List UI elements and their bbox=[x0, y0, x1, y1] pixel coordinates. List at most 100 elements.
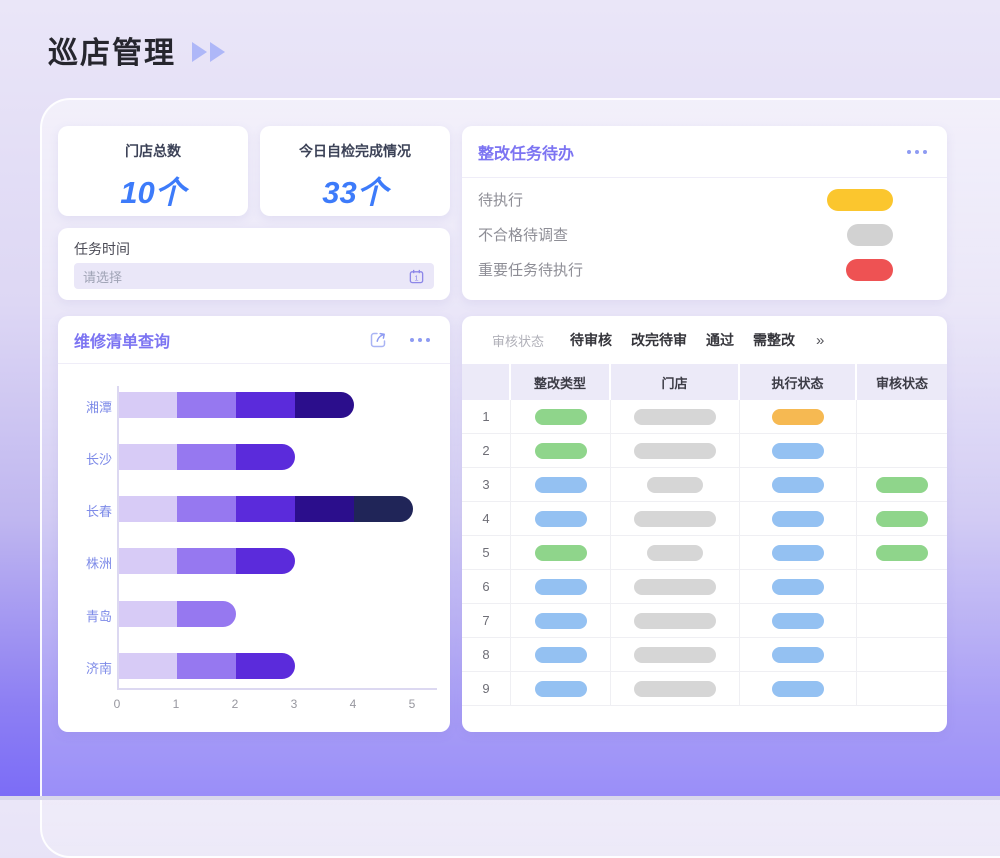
chart-bar-青岛 bbox=[118, 601, 236, 627]
rectify-type-cell bbox=[511, 502, 611, 536]
status-pill bbox=[876, 545, 928, 561]
exec-status-cell bbox=[740, 468, 857, 502]
exec-status-cell bbox=[740, 604, 857, 638]
status-pill bbox=[647, 545, 703, 561]
page-title: 巡店管理 bbox=[48, 28, 176, 72]
review-status-cell bbox=[857, 502, 947, 536]
bar-segment bbox=[236, 496, 295, 522]
row-number: 3 bbox=[482, 477, 489, 492]
stat-label: 门店总数 bbox=[58, 141, 248, 161]
bar-segment bbox=[118, 601, 177, 627]
todo-status-pill bbox=[827, 189, 893, 211]
status-pill bbox=[772, 681, 824, 697]
x-axis-line bbox=[117, 688, 437, 690]
share-icon[interactable] bbox=[368, 330, 388, 350]
review-status-cell bbox=[857, 468, 947, 502]
row-number: 4 bbox=[482, 511, 489, 526]
status-pill bbox=[634, 443, 716, 459]
todo-item[interactable]: 待执行 bbox=[462, 182, 947, 217]
rectify-type-cell bbox=[511, 536, 611, 570]
stat-value: 33个 bbox=[260, 167, 450, 212]
status-pill bbox=[876, 511, 928, 527]
chart-category-label: 长沙 bbox=[74, 449, 112, 468]
status-pill bbox=[535, 443, 587, 459]
row-number: 6 bbox=[482, 579, 489, 594]
calendar-icon[interactable]: 1 bbox=[408, 268, 425, 285]
todo-item[interactable]: 重要任务待执行 bbox=[462, 252, 947, 287]
store-cell bbox=[611, 570, 740, 604]
status-pill bbox=[535, 477, 587, 493]
bottom-strip bbox=[0, 796, 1000, 800]
todo-item-label: 待执行 bbox=[478, 189, 523, 210]
status-pill bbox=[634, 511, 716, 527]
tab-2[interactable]: 改完待审 bbox=[631, 330, 687, 350]
status-pill bbox=[647, 477, 703, 493]
y-axis-line bbox=[117, 386, 119, 688]
exec-status-cell bbox=[740, 502, 857, 536]
column-header: 执行状态 bbox=[740, 364, 857, 400]
tab-1[interactable]: 待审核 bbox=[570, 330, 612, 350]
stat-card-self-check: 今日自检完成情况 33个 bbox=[260, 126, 450, 216]
rectify-type-cell bbox=[511, 468, 611, 502]
bar-segment bbox=[118, 496, 177, 522]
ellipsis-icon[interactable] bbox=[907, 146, 927, 158]
status-pill bbox=[634, 681, 716, 697]
stat-label: 今日自检完成情况 bbox=[260, 141, 450, 161]
todo-item[interactable]: 不合格待调查 bbox=[462, 217, 947, 252]
store-cell bbox=[611, 672, 740, 706]
status-pill bbox=[535, 681, 587, 697]
ellipsis-icon[interactable] bbox=[410, 334, 430, 346]
column-header: 审核状态 bbox=[857, 364, 947, 400]
x-axis-tick: 3 bbox=[282, 697, 306, 711]
store-cell bbox=[611, 434, 740, 468]
review-status-cell bbox=[857, 434, 947, 468]
bar-segment bbox=[177, 548, 236, 574]
more-tabs-icon[interactable]: » bbox=[816, 332, 824, 349]
status-pill bbox=[772, 545, 824, 561]
x-axis-tick: 5 bbox=[400, 697, 424, 711]
status-pill bbox=[634, 647, 716, 663]
double-play-icon bbox=[192, 42, 228, 62]
row-number: 8 bbox=[482, 647, 489, 662]
row-number-cell: 8 bbox=[462, 638, 511, 672]
bar-segment bbox=[177, 653, 236, 679]
store-cell bbox=[611, 536, 740, 570]
review-status-tabs: 审核状态 待审核改完待审通过需整改» bbox=[462, 316, 947, 364]
bar-segment bbox=[295, 392, 354, 418]
row-number: 7 bbox=[482, 613, 489, 628]
repair-card-title: 维修清单查询 bbox=[74, 328, 170, 352]
exec-status-cell bbox=[740, 536, 857, 570]
row-number-cell: 6 bbox=[462, 570, 511, 604]
tab-3[interactable]: 通过 bbox=[706, 330, 734, 350]
row-number-cell: 2 bbox=[462, 434, 511, 468]
review-status-cell bbox=[857, 570, 947, 604]
review-status-cell bbox=[857, 672, 947, 706]
tab-4[interactable]: 需整改 bbox=[753, 330, 795, 350]
x-axis-tick: 2 bbox=[223, 697, 247, 711]
status-pill bbox=[634, 579, 716, 595]
date-select-input[interactable]: 请选择 1 bbox=[74, 263, 434, 289]
status-pill bbox=[634, 613, 716, 629]
bar-segment bbox=[177, 392, 236, 418]
status-pill bbox=[772, 579, 824, 595]
dashboard-panel: 门店总数 10个 今日自检完成情况 33个 任务时间 请选择 1 整改任务待办 … bbox=[40, 98, 1000, 858]
status-pill bbox=[772, 477, 824, 493]
status-pill bbox=[535, 613, 587, 629]
status-pill bbox=[876, 477, 928, 493]
todo-card-title: 整改任务待办 bbox=[478, 140, 574, 164]
row-number-cell: 3 bbox=[462, 468, 511, 502]
x-axis-tick: 1 bbox=[164, 697, 188, 711]
bar-segment bbox=[177, 444, 236, 470]
row-number-cell: 1 bbox=[462, 400, 511, 434]
repair-stacked-bar-chart: 湘潭长沙长春株洲青岛济南012345 bbox=[74, 364, 434, 732]
review-status-cell bbox=[857, 638, 947, 672]
rectify-type-cell bbox=[511, 604, 611, 638]
bar-segment bbox=[236, 444, 295, 470]
column-header: 整改类型 bbox=[511, 364, 611, 400]
status-pill bbox=[772, 647, 824, 663]
status-pill bbox=[535, 545, 587, 561]
todo-status-pill bbox=[846, 259, 893, 281]
stat-card-total-stores: 门店总数 10个 bbox=[58, 126, 248, 216]
row-number-cell: 9 bbox=[462, 672, 511, 706]
bar-segment bbox=[177, 496, 236, 522]
